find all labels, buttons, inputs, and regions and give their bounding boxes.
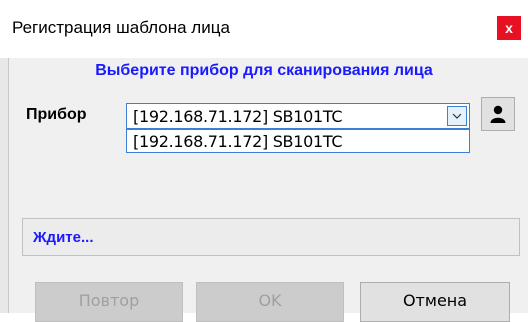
device-label: Прибор [26,106,87,123]
face-scan-button[interactable] [481,97,515,131]
device-dropdown-list: [192.168.71.172] SB101TC [126,129,470,153]
repeat-button[interactable]: Повтор [35,282,183,322]
dropdown-toggle[interactable] [447,106,467,126]
close-button[interactable]: x [497,16,521,40]
status-text: Ждите... [33,229,94,246]
ok-button[interactable]: OK [196,282,344,322]
device-select[interactable]: [192.168.71.172] SB101TC [126,103,470,129]
device-select-value: [192.168.71.172] SB101TC [133,107,343,126]
chevron-down-icon [452,113,462,119]
instruction-text: Выберите прибор для сканирования лица [95,62,433,79]
face-template-dialog: Регистрация шаблона лица x Выберите приб… [0,0,528,322]
cancel-button[interactable]: Отмена [360,282,510,322]
dropdown-option[interactable]: [192.168.71.172] SB101TC [127,130,469,152]
dropdown-option-label: [192.168.71.172] SB101TC [133,132,343,151]
window-edge [0,58,9,313]
close-icon: x [505,20,513,36]
person-icon [490,105,506,123]
window-title: Регистрация шаблона лица [12,18,230,37]
title-bar: Регистрация шаблона лица x [0,0,528,58]
status-panel: Ждите... [22,218,520,256]
